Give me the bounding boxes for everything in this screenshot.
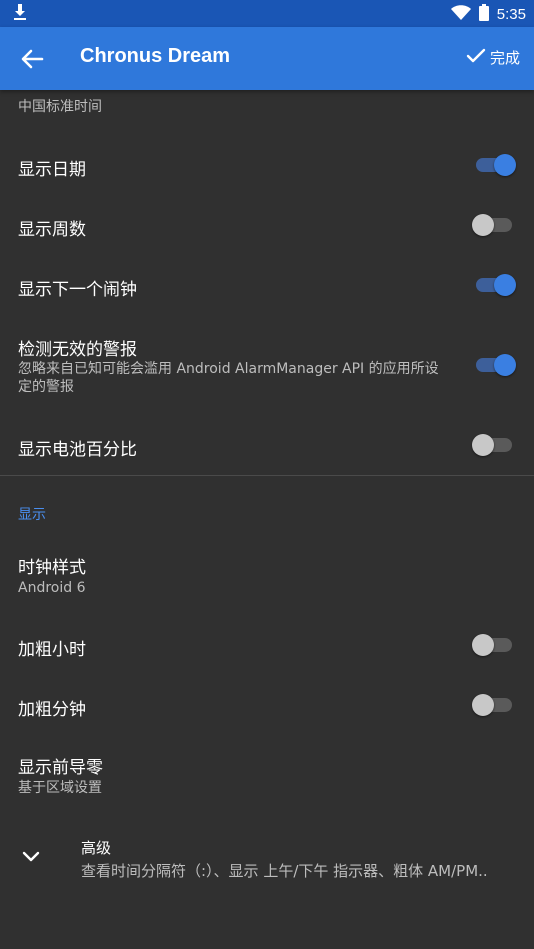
advanced-title: 高级 <box>81 839 112 857</box>
bold-minutes-row[interactable]: 加粗分钟 <box>0 675 534 735</box>
advanced-row[interactable]: 高级 查看时间分隔符（:）、显示 上午/下午 指示器、粗体 AM/PM.. <box>0 820 534 890</box>
settings-list[interactable]: 中国标准时间 显示日期 显示周数 显示下一个闹钟 检测无效的警报 忽略来自已知可… <box>0 90 534 949</box>
show-battery-row[interactable]: 显示电池百分比 <box>0 415 534 475</box>
timezone-row[interactable]: 中国标准时间 <box>0 90 534 126</box>
leading-zero-value: 基于区域设置 <box>18 780 102 796</box>
section-divider <box>0 475 534 476</box>
status-bar: 5:35 <box>0 0 534 27</box>
detect-invalid-alarms-label: 检测无效的警报 <box>18 340 137 360</box>
clock-style-row[interactable]: 时钟样式 Android 6 <box>0 540 534 610</box>
advanced-summary: 查看时间分隔符（:）、显示 上午/下午 指示器、粗体 AM/PM.. <box>81 862 488 880</box>
done-label: 完成 <box>489 49 520 67</box>
show-week-label: 显示周数 <box>18 220 86 240</box>
bold-hours-label: 加粗小时 <box>18 640 86 660</box>
leading-zero-label: 显示前导零 <box>18 758 103 778</box>
leading-zero-row[interactable]: 显示前导零 基于区域设置 <box>0 740 534 810</box>
show-week-row[interactable]: 显示周数 <box>0 195 534 255</box>
section-header-display: 显示 <box>18 507 46 523</box>
show-week-switch[interactable] <box>472 214 512 236</box>
show-battery-label: 显示电池百分比 <box>18 440 137 460</box>
clock-style-label: 时钟样式 <box>18 558 86 578</box>
show-date-row[interactable]: 显示日期 <box>0 135 534 195</box>
show-next-alarm-row[interactable]: 显示下一个闹钟 <box>0 255 534 315</box>
detect-invalid-alarms-summary: 忽略来自已知可能会滥用 Android AlarmManager API 的应用… <box>18 361 439 395</box>
show-next-alarm-switch[interactable] <box>476 274 516 296</box>
bold-hours-switch[interactable] <box>472 634 512 656</box>
bold-hours-row[interactable]: 加粗小时 <box>0 615 534 675</box>
battery-icon <box>478 4 489 25</box>
back-arrow-icon[interactable] <box>20 48 44 70</box>
done-button[interactable]: 完成 <box>466 47 520 68</box>
wifi-icon <box>450 4 471 25</box>
chevron-down-icon <box>22 848 40 867</box>
status-time: 5:35 <box>496 6 526 23</box>
timezone-value: 中国标准时间 <box>18 99 102 115</box>
clock-style-value: Android 6 <box>18 580 86 596</box>
show-next-alarm-label: 显示下一个闹钟 <box>18 280 137 300</box>
download-icon <box>12 3 28 25</box>
check-icon <box>466 48 486 68</box>
show-date-switch[interactable] <box>476 154 516 176</box>
detect-invalid-alarms-row[interactable]: 检测无效的警报 忽略来自已知可能会滥用 Android AlarmManager… <box>0 315 534 405</box>
bold-minutes-label: 加粗分钟 <box>18 700 86 720</box>
show-battery-switch[interactable] <box>472 434 512 456</box>
app-bar: Chronus Dream 完成 <box>0 27 534 90</box>
show-date-label: 显示日期 <box>18 160 86 180</box>
page-title: Chronus Dream <box>80 45 231 67</box>
detect-invalid-alarms-switch[interactable] <box>476 354 516 376</box>
bold-minutes-switch[interactable] <box>472 694 512 716</box>
